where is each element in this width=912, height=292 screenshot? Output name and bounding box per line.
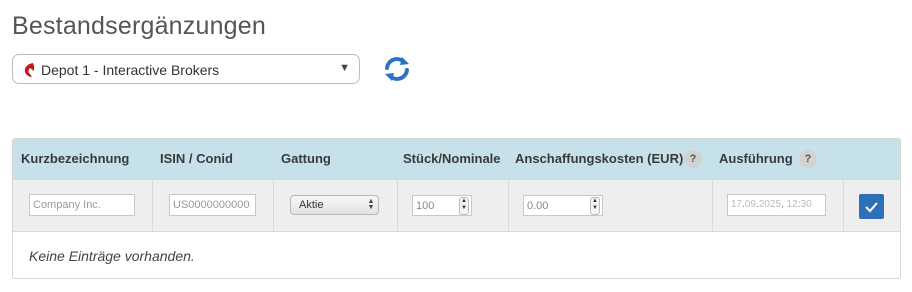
stueck-value: 100 (416, 200, 435, 212)
depot-select[interactable]: Depot 1 - Interactive Brokers ▼ (12, 54, 360, 84)
date-month: 09 (744, 199, 757, 210)
input-row: Company Inc. US0000000000 Aktie ▲ ▼ 100 ▲… (13, 179, 900, 232)
select-arrows-icon: ▲ ▼ (367, 198, 375, 211)
date-day: 17 (731, 199, 743, 210)
table-header: Kurzbezeichnung ISIN / Conid Gattung Stü… (13, 139, 900, 179)
column-header-gattung: Gattung (281, 151, 331, 166)
kosten-value: 0.00 (527, 200, 549, 212)
gattung-select[interactable]: Aktie ▲ ▼ (290, 195, 379, 215)
date-minute: 30 (800, 199, 812, 210)
gattung-select-value: Aktie (299, 199, 324, 211)
stepper-icon[interactable]: ▲ ▼ (459, 197, 469, 215)
empty-state-text: Keine Einträge vorhanden. (29, 248, 195, 264)
check-icon (865, 202, 878, 213)
kurzbezeichnung-input[interactable]: Company Inc. (29, 194, 135, 216)
page-title: Bestandsergänzungen (12, 12, 266, 40)
stueck-input[interactable]: 100 ▲ ▼ (412, 195, 472, 216)
date-year: 2025 (758, 199, 782, 210)
broker-logo-icon (24, 63, 34, 77)
column-header-ausfuehrung: Ausführung (719, 151, 793, 166)
ausfuehrung-datetime-input[interactable]: 17.09.2025, 12:30 (727, 194, 826, 216)
depot-select-value: Depot 1 - Interactive Brokers (41, 62, 220, 78)
column-header-anschaffungskosten: Anschaffungskosten (EUR) (515, 151, 684, 166)
refresh-icon[interactable] (383, 56, 411, 82)
help-icon[interactable]: ? (684, 150, 702, 168)
date-hour: 12 (786, 199, 798, 210)
column-header-kurzbezeichnung: Kurzbezeichnung (21, 151, 130, 166)
stepper-icon[interactable]: ▲ ▼ (590, 197, 600, 215)
isin-input[interactable]: US0000000000 (169, 194, 256, 216)
column-header-stueck: Stück/Nominale (403, 151, 501, 166)
holdings-table: Kurzbezeichnung ISIN / Conid Gattung Stü… (12, 138, 901, 279)
help-icon[interactable]: ? (799, 150, 817, 168)
anschaffungskosten-input[interactable]: 0.00 ▲ ▼ (523, 195, 603, 216)
chevron-down-icon: ▼ (339, 62, 350, 74)
confirm-button[interactable] (859, 194, 884, 219)
column-header-isin: ISIN / Conid (160, 151, 233, 166)
